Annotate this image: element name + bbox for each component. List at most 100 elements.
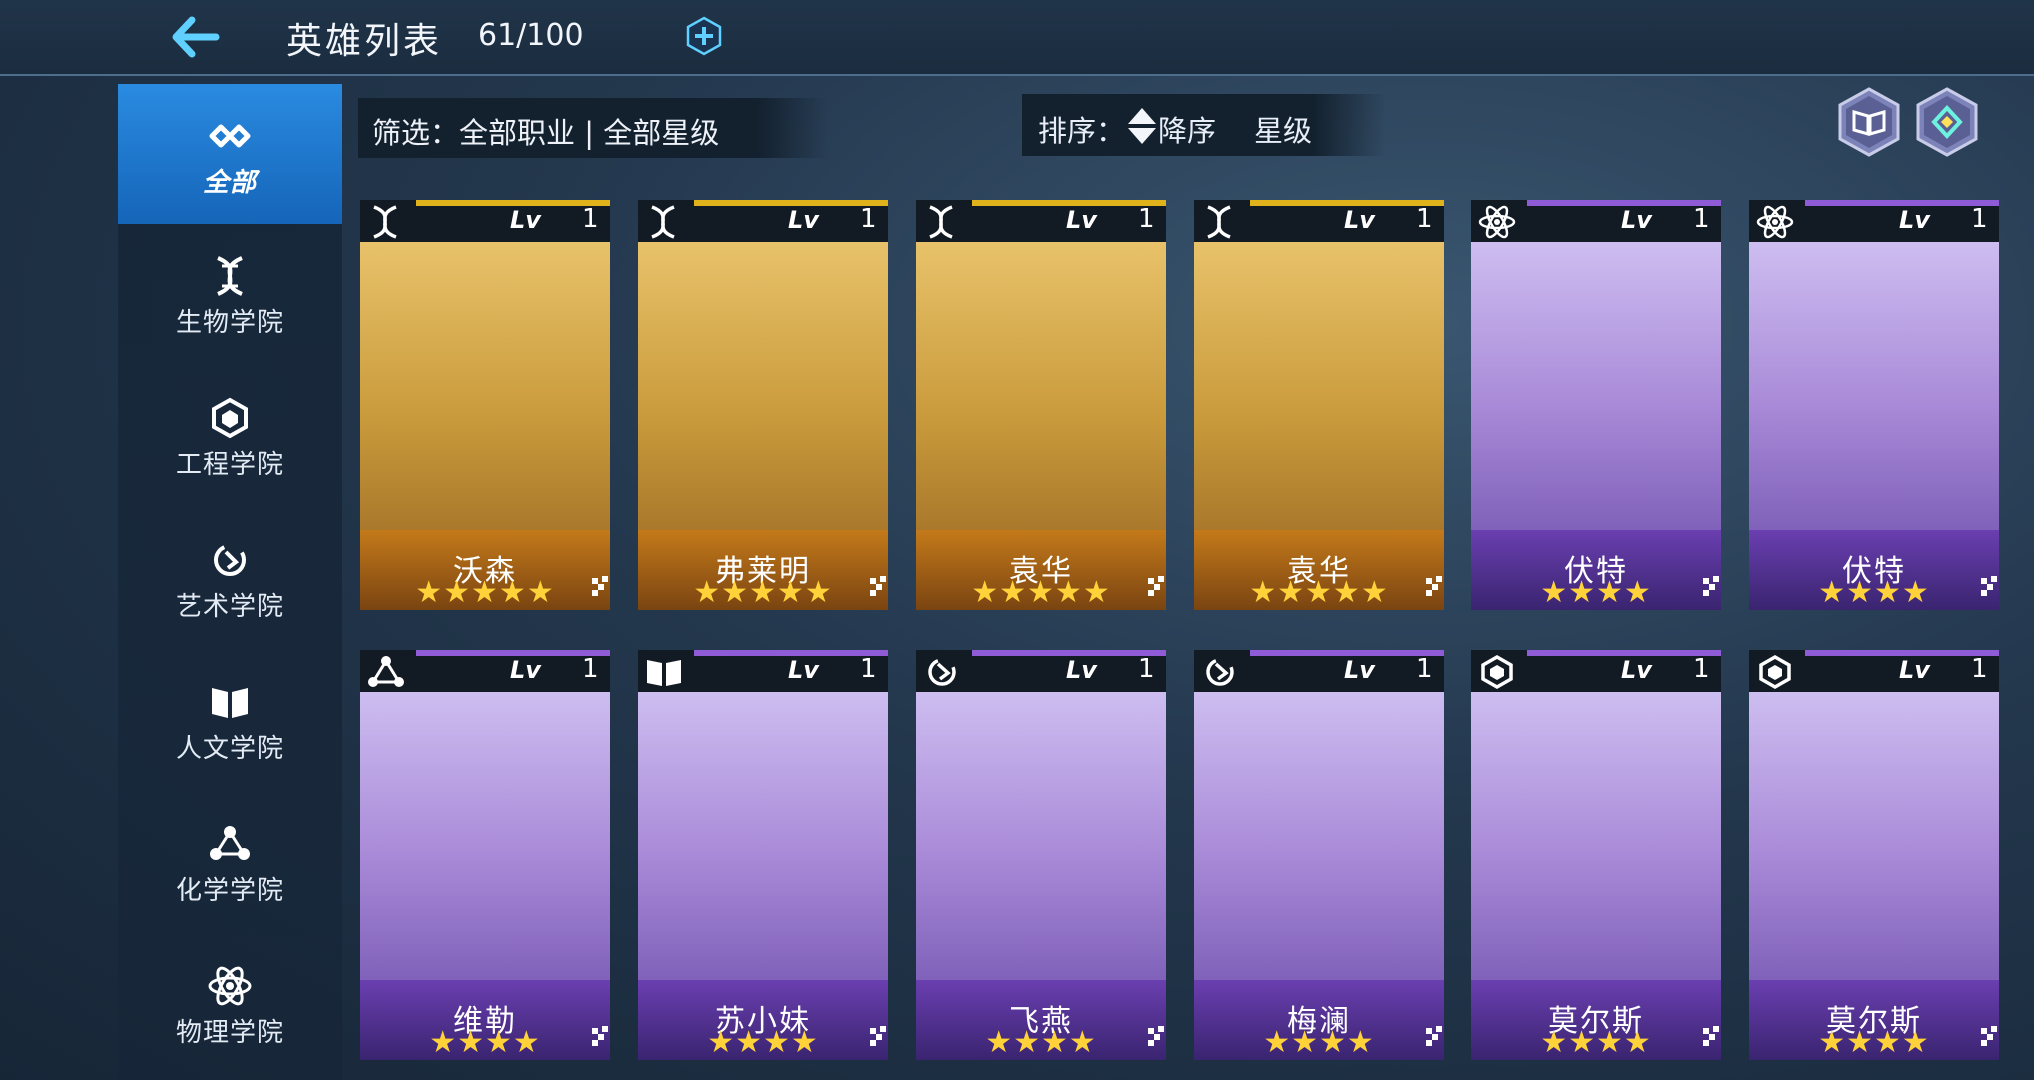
checker-flag-icon bbox=[1148, 1026, 1164, 1046]
book-hex-icon[interactable] bbox=[1836, 86, 1902, 158]
dna-icon bbox=[1207, 205, 1231, 239]
hero-card[interactable]: Lv 1 伏特 ★★★★ bbox=[1471, 200, 1721, 610]
hero-card[interactable]: Lv 1 袁华 ★★★★★ bbox=[1194, 200, 1444, 610]
level-label: Lv bbox=[788, 206, 819, 234]
molecule-icon bbox=[210, 826, 250, 860]
hero-card[interactable]: Lv 1 苏小妹 ★★★★ bbox=[638, 650, 888, 1060]
card-header: Lv 1 bbox=[638, 200, 888, 242]
hero-portrait bbox=[638, 242, 888, 538]
hero-card[interactable]: Lv 1 维勒 ★★★★ bbox=[360, 650, 610, 1060]
atom-icon bbox=[1478, 205, 1516, 239]
hero-portrait bbox=[1194, 242, 1444, 538]
star-rating: ★★★★ bbox=[1263, 1025, 1375, 1060]
hero-card[interactable]: Lv 1 莫尔斯 ★★★★ bbox=[1471, 650, 1721, 1060]
card-header: Lv 1 bbox=[1471, 200, 1721, 242]
level-value: 1 bbox=[860, 204, 877, 234]
hero-portrait bbox=[916, 692, 1166, 988]
checker-flag-icon bbox=[1426, 576, 1442, 596]
hero-card[interactable]: Lv 1 莫尔斯 ★★★★ bbox=[1749, 650, 1999, 1060]
level-value: 1 bbox=[1693, 204, 1710, 234]
hero-count: 61/100 bbox=[478, 18, 584, 53]
sidebar-item-engineering[interactable]: 工程学院 bbox=[118, 366, 342, 506]
dna-icon bbox=[373, 205, 397, 239]
sidebar-item-chemistry[interactable]: 化学学院 bbox=[118, 792, 342, 932]
book-icon bbox=[212, 688, 248, 718]
card-header: Lv 1 bbox=[1471, 650, 1721, 692]
level-label: Lv bbox=[1344, 206, 1375, 234]
hero-portrait bbox=[1471, 242, 1721, 538]
hero-portrait bbox=[916, 242, 1166, 538]
level-label: Lv bbox=[1899, 206, 1930, 234]
star-rating: ★★★★ bbox=[1540, 1025, 1652, 1060]
hero-portrait bbox=[1471, 692, 1721, 988]
level-value: 1 bbox=[860, 654, 877, 684]
hero-portrait bbox=[360, 242, 610, 538]
diamond-hex-icon[interactable] bbox=[1914, 86, 1980, 158]
hero-card[interactable]: Lv 1 沃森 ★★★★★ bbox=[360, 200, 610, 610]
card-header: Lv 1 bbox=[1194, 200, 1444, 242]
hero-portrait bbox=[1749, 242, 1999, 538]
checker-flag-icon bbox=[1703, 1026, 1719, 1046]
sidebar-item-label: 人文学院 bbox=[175, 734, 284, 764]
dna-icon bbox=[929, 205, 953, 239]
sidebar-item-biology[interactable]: 生物学院 bbox=[118, 224, 342, 364]
card-header: Lv 1 bbox=[916, 650, 1166, 692]
level-value: 1 bbox=[1693, 654, 1710, 684]
sidebar-item-physics[interactable]: 物理学院 bbox=[118, 934, 342, 1074]
atom-icon bbox=[208, 966, 252, 1006]
hero-card[interactable]: Lv 1 弗莱明 ★★★★★ bbox=[638, 200, 888, 610]
art-icon bbox=[928, 658, 956, 686]
hero-card[interactable]: Lv 1 伏特 ★★★★ bbox=[1749, 200, 1999, 610]
star-rating: ★★★★ bbox=[707, 1025, 819, 1060]
art-icon bbox=[1206, 658, 1234, 686]
star-rating: ★★★★ bbox=[1818, 575, 1930, 610]
card-header: Lv 1 bbox=[360, 200, 610, 242]
level-value: 1 bbox=[1416, 204, 1433, 234]
level-label: Lv bbox=[1066, 656, 1097, 684]
hero-card[interactable]: Lv 1 袁华 ★★★★★ bbox=[916, 200, 1166, 610]
sidebar-item-label: 艺术学院 bbox=[175, 592, 284, 622]
filter-button[interactable]: 筛选：全部职业 | 全部星级 bbox=[358, 98, 828, 158]
sort-key-button[interactable]: 星级 bbox=[1254, 108, 1312, 150]
star-rating: ★★★★ bbox=[985, 1025, 1097, 1060]
star-rating: ★★★★ bbox=[1818, 1025, 1930, 1060]
sidebar-item-humanities[interactable]: 人文学院 bbox=[118, 650, 342, 790]
sidebar-item-label: 化学学院 bbox=[175, 876, 284, 906]
sort-bar[interactable]: 排序： 降序 星级 bbox=[1022, 94, 1386, 156]
hero-portrait bbox=[1749, 692, 1999, 988]
checker-flag-icon bbox=[870, 576, 886, 596]
level-value: 1 bbox=[582, 654, 599, 684]
atom-icon bbox=[1756, 205, 1794, 239]
card-header: Lv 1 bbox=[1194, 650, 1444, 692]
level-label: Lv bbox=[788, 656, 819, 684]
engineering-icon bbox=[212, 397, 248, 439]
level-label: Lv bbox=[1066, 206, 1097, 234]
book-icon bbox=[647, 660, 681, 686]
engineering-icon bbox=[1481, 654, 1513, 690]
sort-label: 排序： bbox=[1038, 114, 1126, 148]
level-label: Lv bbox=[510, 206, 541, 234]
back-arrow-icon[interactable] bbox=[168, 12, 222, 62]
checker-flag-icon bbox=[1981, 576, 1997, 596]
sidebar-item-all[interactable]: 全部 bbox=[118, 84, 342, 224]
engineering-icon bbox=[1759, 654, 1791, 690]
level-label: Lv bbox=[1899, 656, 1930, 684]
star-rating: ★★★★★ bbox=[1249, 575, 1389, 610]
card-header: Lv 1 bbox=[916, 200, 1166, 242]
level-label: Lv bbox=[1344, 656, 1375, 684]
level-label: Lv bbox=[510, 656, 541, 684]
add-slots-button[interactable] bbox=[684, 16, 724, 56]
sidebar: 全部 生物学院 工程学院 艺术学院 人文学院 化学学院 物理学院 bbox=[118, 84, 342, 1080]
star-rating: ★★★★★ bbox=[971, 575, 1111, 610]
sidebar-item-label: 全部 bbox=[202, 168, 257, 198]
level-label: Lv bbox=[1621, 656, 1652, 684]
sidebar-item-art[interactable]: 艺术学院 bbox=[118, 508, 342, 648]
card-header: Lv 1 bbox=[638, 650, 888, 692]
level-value: 1 bbox=[1971, 204, 1988, 234]
hero-card[interactable]: Lv 1 飞燕 ★★★★ bbox=[916, 650, 1166, 1060]
sort-order-button[interactable]: 降序 bbox=[1158, 108, 1216, 150]
hero-card[interactable]: Lv 1 梅澜 ★★★★ bbox=[1194, 650, 1444, 1060]
dna-icon bbox=[217, 256, 243, 296]
level-value: 1 bbox=[1971, 654, 1988, 684]
hero-portrait bbox=[360, 692, 610, 988]
